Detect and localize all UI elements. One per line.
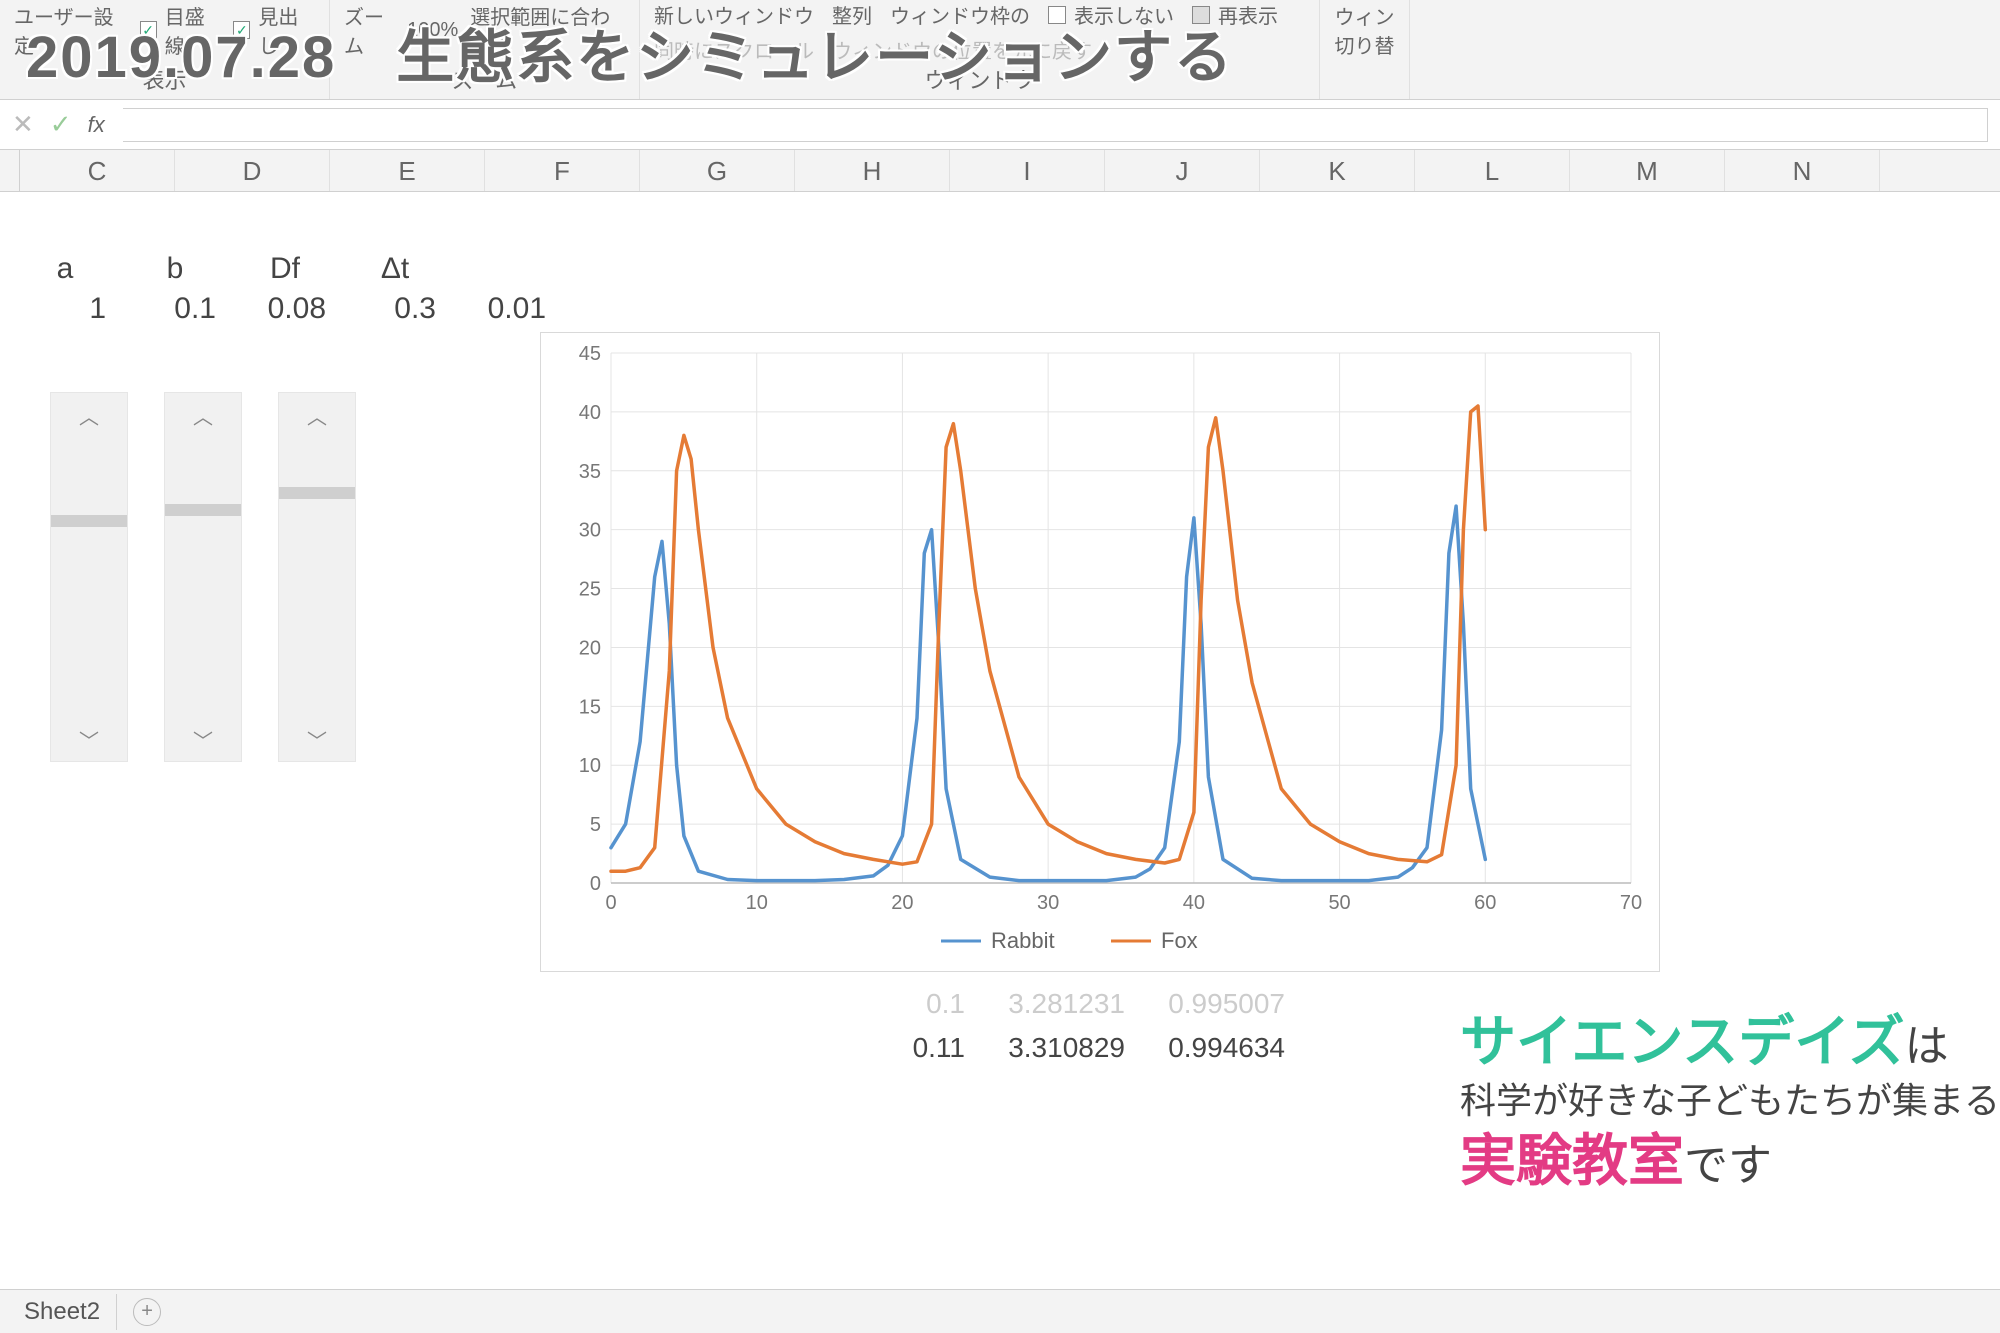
- param-value-cell[interactable]: 0.01: [450, 292, 560, 326]
- column-header[interactable]: E: [330, 150, 485, 191]
- slider-thumb[interactable]: [51, 515, 127, 527]
- param-header-cell: a: [10, 252, 120, 286]
- param-header-cell: b: [120, 252, 230, 286]
- promo-suffix: は: [1905, 1022, 1949, 1071]
- column-header[interactable]: G: [640, 150, 795, 191]
- svg-text:45: 45: [579, 343, 601, 365]
- chevron-up-icon[interactable]: ︿: [279, 393, 355, 437]
- svg-text:70: 70: [1620, 892, 1642, 914]
- promo-line2: 科学が好きな子どもたちが集まる: [1460, 1080, 2000, 1121]
- chevron-down-icon[interactable]: ﹀: [51, 717, 127, 761]
- param-values-row: 10.10.080.30.01: [10, 292, 560, 326]
- chart[interactable]: 0 5 10 15 20 25 30 35 40 45 0 10 20 30 40 50 60 70 Rabbit F…: [540, 332, 1660, 972]
- svg-text:Rabbit: Rabbit: [991, 928, 1055, 953]
- svg-text:10: 10: [746, 892, 768, 914]
- svg-text:60: 60: [1474, 892, 1496, 914]
- vertical-slider[interactable]: ︿ ﹀: [50, 392, 128, 762]
- column-header[interactable]: J: [1105, 150, 1260, 191]
- chevron-up-icon[interactable]: ︿: [165, 393, 241, 437]
- svg-text:50: 50: [1328, 892, 1350, 914]
- slider-track[interactable]: [51, 437, 127, 717]
- svg-text:30: 30: [1037, 892, 1059, 914]
- plus-icon: +: [141, 1300, 153, 1323]
- data-cell[interactable]: 0.1: [825, 982, 965, 1026]
- column-header[interactable]: C: [20, 150, 175, 191]
- promo-highlight: 実験教室: [1460, 1129, 1684, 1192]
- data-cells: 0.1 3.281231 0.995007 0.11 3.310829 0.994634: [825, 982, 1285, 1070]
- param-value-cell[interactable]: 0.1: [120, 292, 230, 326]
- data-cell[interactable]: 3.281231: [985, 982, 1125, 1026]
- slider-thumb[interactable]: [279, 487, 355, 499]
- data-cell[interactable]: 0.11: [825, 1026, 965, 1070]
- svg-text:20: 20: [891, 892, 913, 914]
- corner-cell[interactable]: [0, 150, 20, 191]
- svg-text:35: 35: [579, 461, 601, 483]
- column-header[interactable]: L: [1415, 150, 1570, 191]
- sheet-tabs: Sheet2 +: [0, 1289, 2000, 1333]
- param-value-cell[interactable]: 0.08: [230, 292, 340, 326]
- data-cell[interactable]: 0.994634: [1145, 1026, 1285, 1070]
- chevron-down-icon[interactable]: ﹀: [165, 717, 241, 761]
- param-value-cell[interactable]: 0.3: [340, 292, 450, 326]
- slider-track[interactable]: [165, 437, 241, 717]
- add-sheet-button[interactable]: +: [133, 1298, 161, 1326]
- promo-suffix2: です: [1684, 1141, 1772, 1190]
- column-header[interactable]: I: [950, 150, 1105, 191]
- svg-text:30: 30: [579, 520, 601, 542]
- data-row: 0.1 3.281231 0.995007: [825, 982, 1285, 1026]
- svg-text:25: 25: [579, 579, 601, 601]
- data-row: 0.11 3.310829 0.994634: [825, 1026, 1285, 1070]
- formula-input[interactable]: [123, 108, 1988, 142]
- confirm-icon[interactable]: ✓: [50, 109, 72, 140]
- vertical-slider[interactable]: ︿ ﹀: [164, 392, 242, 762]
- tab-sheet2[interactable]: Sheet2: [8, 1294, 117, 1330]
- chart-svg: 0 5 10 15 20 25 30 35 40 45 0 10 20 30 40 50 60 70 Rabbit F…: [541, 333, 1661, 973]
- svg-text:0: 0: [590, 873, 601, 895]
- svg-text:10: 10: [579, 755, 601, 777]
- param-value-cell[interactable]: 1: [10, 292, 120, 326]
- chevron-down-icon[interactable]: ﹀: [279, 717, 355, 761]
- svg-text:20: 20: [579, 637, 601, 659]
- param-headers-row: abDfΔt: [10, 252, 560, 286]
- column-header[interactable]: H: [795, 150, 950, 191]
- column-headers: CDEFGHIJKLMN: [0, 150, 2000, 192]
- column-header[interactable]: K: [1260, 150, 1415, 191]
- page-title-overlay: 2019.07.28 生態系をシミュレーションする: [26, 10, 1234, 94]
- svg-text:15: 15: [579, 696, 601, 718]
- svg-text:5: 5: [590, 814, 601, 836]
- column-header[interactable]: D: [175, 150, 330, 191]
- column-header[interactable]: N: [1725, 150, 1880, 191]
- switch-windows-button[interactable]: ウィン 切り替: [1335, 1, 1395, 59]
- column-header[interactable]: F: [485, 150, 640, 191]
- promo-text: サイエンスデイズは 科学が好きな子どもたちが集まる 実験教室です: [1460, 1006, 2000, 1198]
- formula-bar: ✕ ✓ fx: [0, 100, 2000, 150]
- svg-text:0: 0: [605, 892, 616, 914]
- svg-text:40: 40: [1183, 892, 1205, 914]
- cancel-icon[interactable]: ✕: [12, 109, 34, 140]
- column-header[interactable]: M: [1570, 150, 1725, 191]
- worksheet[interactable]: abDfΔt 10.10.080.30.01 ︿ ﹀ ︿ ﹀ ︿ ﹀ 05101…: [0, 192, 2000, 1242]
- sliders-area: ︿ ﹀ ︿ ﹀ ︿ ﹀: [50, 392, 356, 762]
- param-header-cell: Df: [230, 252, 340, 286]
- data-cell[interactable]: 3.310829: [985, 1026, 1125, 1070]
- data-cell[interactable]: 0.995007: [1145, 982, 1285, 1026]
- vertical-slider[interactable]: ︿ ﹀: [278, 392, 356, 762]
- slider-thumb[interactable]: [165, 504, 241, 516]
- svg-text:40: 40: [579, 402, 601, 424]
- promo-brand: サイエンスデイズ: [1460, 1010, 1905, 1073]
- chevron-up-icon[interactable]: ︿: [51, 393, 127, 437]
- svg-text:Fox: Fox: [1161, 928, 1198, 953]
- param-header-cell: [450, 252, 560, 286]
- slider-track[interactable]: [279, 437, 355, 717]
- fx-label[interactable]: fx: [88, 112, 105, 138]
- param-header-cell: Δt: [340, 252, 450, 286]
